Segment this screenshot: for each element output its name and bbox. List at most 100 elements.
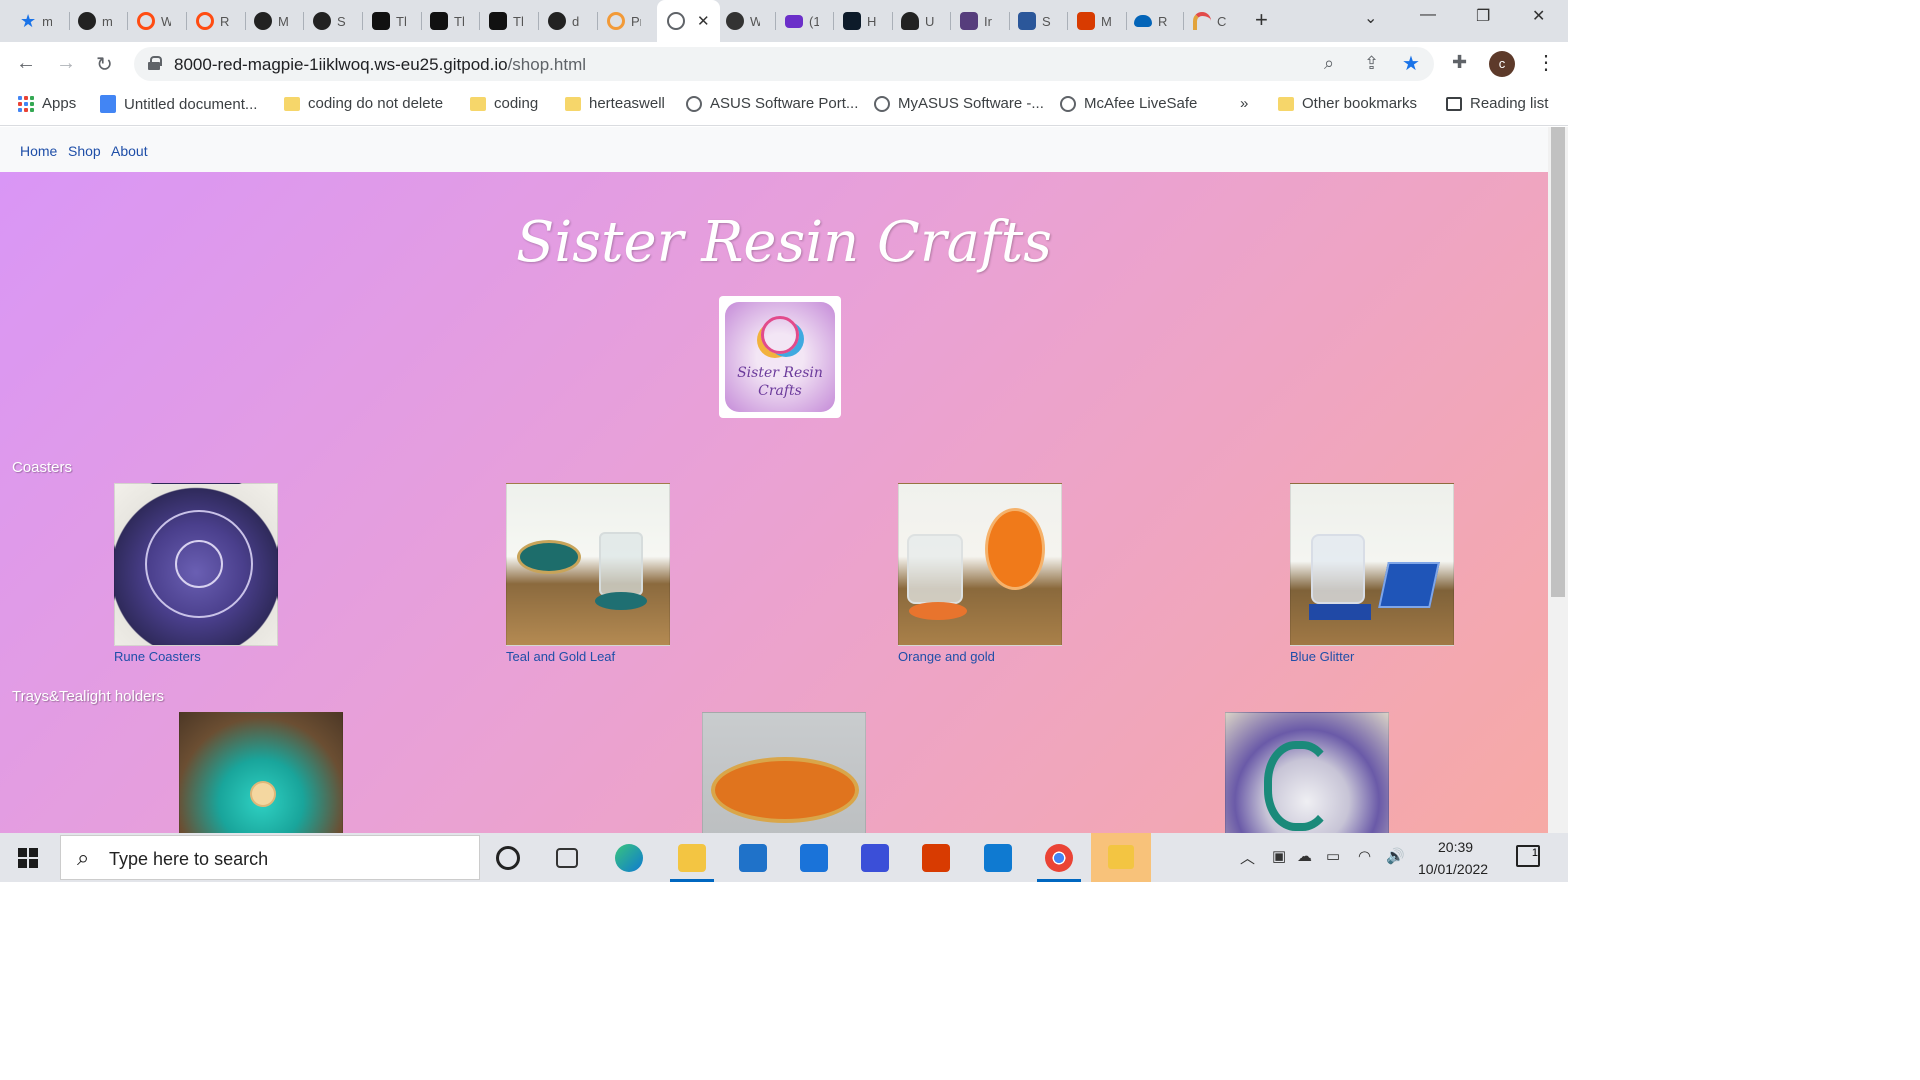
tab-8[interactable]: Tl — [430, 8, 464, 34]
tab-separator — [362, 12, 363, 30]
product-link-blue-glitter[interactable]: Blue Glitter — [1290, 649, 1454, 664]
clock-time[interactable]: 20:39 — [1438, 839, 1473, 855]
azure-icon[interactable] — [861, 844, 889, 872]
product-image-skull-tray[interactable] — [1225, 712, 1389, 833]
edge-icon[interactable] — [615, 844, 643, 872]
reload-button[interactable]: ↻ — [96, 52, 113, 77]
bookmarks-overflow-chevron[interactable]: » — [1240, 95, 1248, 112]
chrome-icon[interactable] — [1045, 844, 1073, 872]
bookmark-myasus-software[interactable]: MyASUS Software -... — [874, 95, 1044, 112]
close-window-button[interactable]: ✕ — [1532, 6, 1545, 26]
product-card-teal-gold-leaf: Teal and Gold Leaf — [506, 483, 670, 664]
show-hidden-icons-chevron[interactable]: ︿ — [1240, 847, 1255, 868]
tab-5[interactable]: M — [254, 8, 288, 34]
tab-13[interactable]: W — [726, 8, 760, 34]
address-bar[interactable]: 8000-red-magpie-1iiklwoq.ws-eu25.gitpod.… — [134, 47, 1434, 81]
tab-separator — [479, 12, 480, 30]
office-icon[interactable] — [922, 844, 950, 872]
tab-18[interactable]: S — [1018, 8, 1052, 34]
bookmark-coding-do-not-delete[interactable]: coding do not delete — [284, 95, 443, 112]
reading-list-button[interactable]: Reading list — [1446, 95, 1548, 112]
glass-shape — [1311, 534, 1365, 604]
github-icon — [254, 12, 272, 30]
nav-home-link[interactable]: Home — [20, 143, 57, 159]
back-button[interactable]: ← — [16, 52, 36, 75]
tab-2[interactable]: m — [78, 8, 112, 34]
bookmark-mcafee-livesafe[interactable]: McAfee LiveSafe — [1060, 95, 1197, 112]
tab-16[interactable]: U — [901, 8, 935, 34]
globe-icon — [1060, 95, 1076, 112]
product-image-rune-coasters[interactable] — [114, 483, 278, 646]
bookmark-untitled-document[interactable]: Untitled document... — [100, 95, 257, 113]
file-explorer-icon[interactable] — [678, 844, 706, 872]
product-image-orange-gold[interactable] — [898, 483, 1062, 646]
new-tab-button[interactable]: + — [1255, 8, 1268, 32]
forward-button[interactable]: → — [56, 52, 76, 75]
taskbar-search-box[interactable]: ⌕ Type here to search — [60, 835, 480, 880]
browser-menu-icon[interactable]: ⋮ — [1536, 50, 1556, 75]
profile-avatar[interactable]: c — [1489, 51, 1515, 77]
volume-icon[interactable]: 🔊 — [1386, 847, 1405, 865]
clock-date[interactable]: 10/01/2022 — [1418, 861, 1488, 877]
task-view-icon[interactable] — [556, 848, 578, 868]
tab-19[interactable]: M — [1077, 8, 1111, 34]
bookmark-coding[interactable]: coding — [470, 95, 538, 112]
bootstrap-icon — [960, 12, 978, 30]
product-image-blue-glitter[interactable] — [1290, 483, 1454, 646]
tab-3[interactable]: W — [137, 8, 171, 34]
notification-center-icon[interactable]: 1 — [1516, 845, 1540, 867]
battery-icon[interactable]: ▭ — [1326, 847, 1340, 865]
tab-6[interactable]: S — [313, 8, 347, 34]
tab-14[interactable]: (1 — [785, 8, 819, 34]
cortana-icon[interactable] — [496, 846, 520, 870]
product-link-rune-coasters[interactable]: Rune Coasters — [114, 649, 278, 664]
tab-separator — [833, 12, 834, 30]
nav-about-link[interactable]: About — [111, 143, 148, 159]
onedrive-taskbar-button[interactable] — [1091, 833, 1151, 882]
minimize-button[interactable]: — — [1420, 6, 1436, 24]
zoom-icon[interactable]: ⌕ — [1324, 53, 1334, 74]
u-icon — [901, 12, 919, 30]
product-image-tealight-holder[interactable] — [179, 712, 343, 833]
product-image-orange-tray[interactable] — [702, 712, 866, 833]
tab-4[interactable]: R — [196, 8, 230, 34]
tab-1[interactable]: ★ m — [20, 8, 52, 34]
tab-17[interactable]: Ir — [960, 8, 994, 34]
bookmark-apps[interactable]: Apps — [18, 95, 76, 112]
page-scrollbar[interactable] — [1548, 127, 1568, 833]
mail-icon[interactable] — [800, 844, 828, 872]
share-icon[interactable]: ⇪ — [1364, 53, 1379, 74]
tab-15[interactable]: H — [843, 8, 877, 34]
tab-9[interactable]: Tl — [489, 8, 523, 34]
scrollbar-thumb[interactable] — [1551, 127, 1565, 597]
bookmark-herteaswell[interactable]: herteaswell — [565, 95, 665, 112]
tab-search-chevron-icon[interactable]: ⌄ — [1364, 8, 1377, 28]
nav-shop-link[interactable]: Shop — [68, 143, 101, 159]
tab-21[interactable]: C — [1193, 8, 1227, 34]
tab-separator — [303, 12, 304, 30]
bookmark-asus-software-portal[interactable]: ASUS Software Port... — [686, 95, 858, 112]
product-link-teal-gold-leaf[interactable]: Teal and Gold Leaf — [506, 649, 670, 664]
restore-button[interactable]: ❐ — [1476, 6, 1490, 26]
bookmark-star-icon[interactable]: ★ — [1402, 51, 1420, 76]
glass-shape — [599, 532, 643, 596]
lock-icon[interactable] — [148, 56, 162, 70]
tab-11[interactable]: Pr — [607, 8, 641, 34]
bookmark-other-bookmarks[interactable]: Other bookmarks — [1278, 95, 1417, 112]
product-image-teal-gold-leaf[interactable] — [506, 483, 670, 646]
product-link-orange-gold[interactable]: Orange and gold — [898, 649, 1062, 664]
tab-active-shop[interactable]: ✕ — [657, 0, 720, 42]
meet-now-icon[interactable]: ▣ — [1272, 847, 1286, 865]
wifi-icon[interactable]: ◠ — [1358, 847, 1371, 865]
tab-10[interactable]: d — [548, 8, 582, 34]
tab-7[interactable]: Tl — [372, 8, 406, 34]
vscode-icon[interactable] — [984, 844, 1012, 872]
tab-20[interactable]: R — [1134, 8, 1168, 34]
windows-start-icon[interactable] — [18, 848, 38, 868]
github-icon — [78, 12, 96, 30]
extensions-puzzle-icon[interactable]: ✚ — [1452, 52, 1467, 73]
tab-separator — [186, 12, 187, 30]
onedrive-cloud-icon[interactable]: ☁ — [1297, 847, 1312, 865]
microsoft-store-icon[interactable] — [739, 844, 767, 872]
close-tab-icon[interactable]: ✕ — [697, 12, 710, 30]
